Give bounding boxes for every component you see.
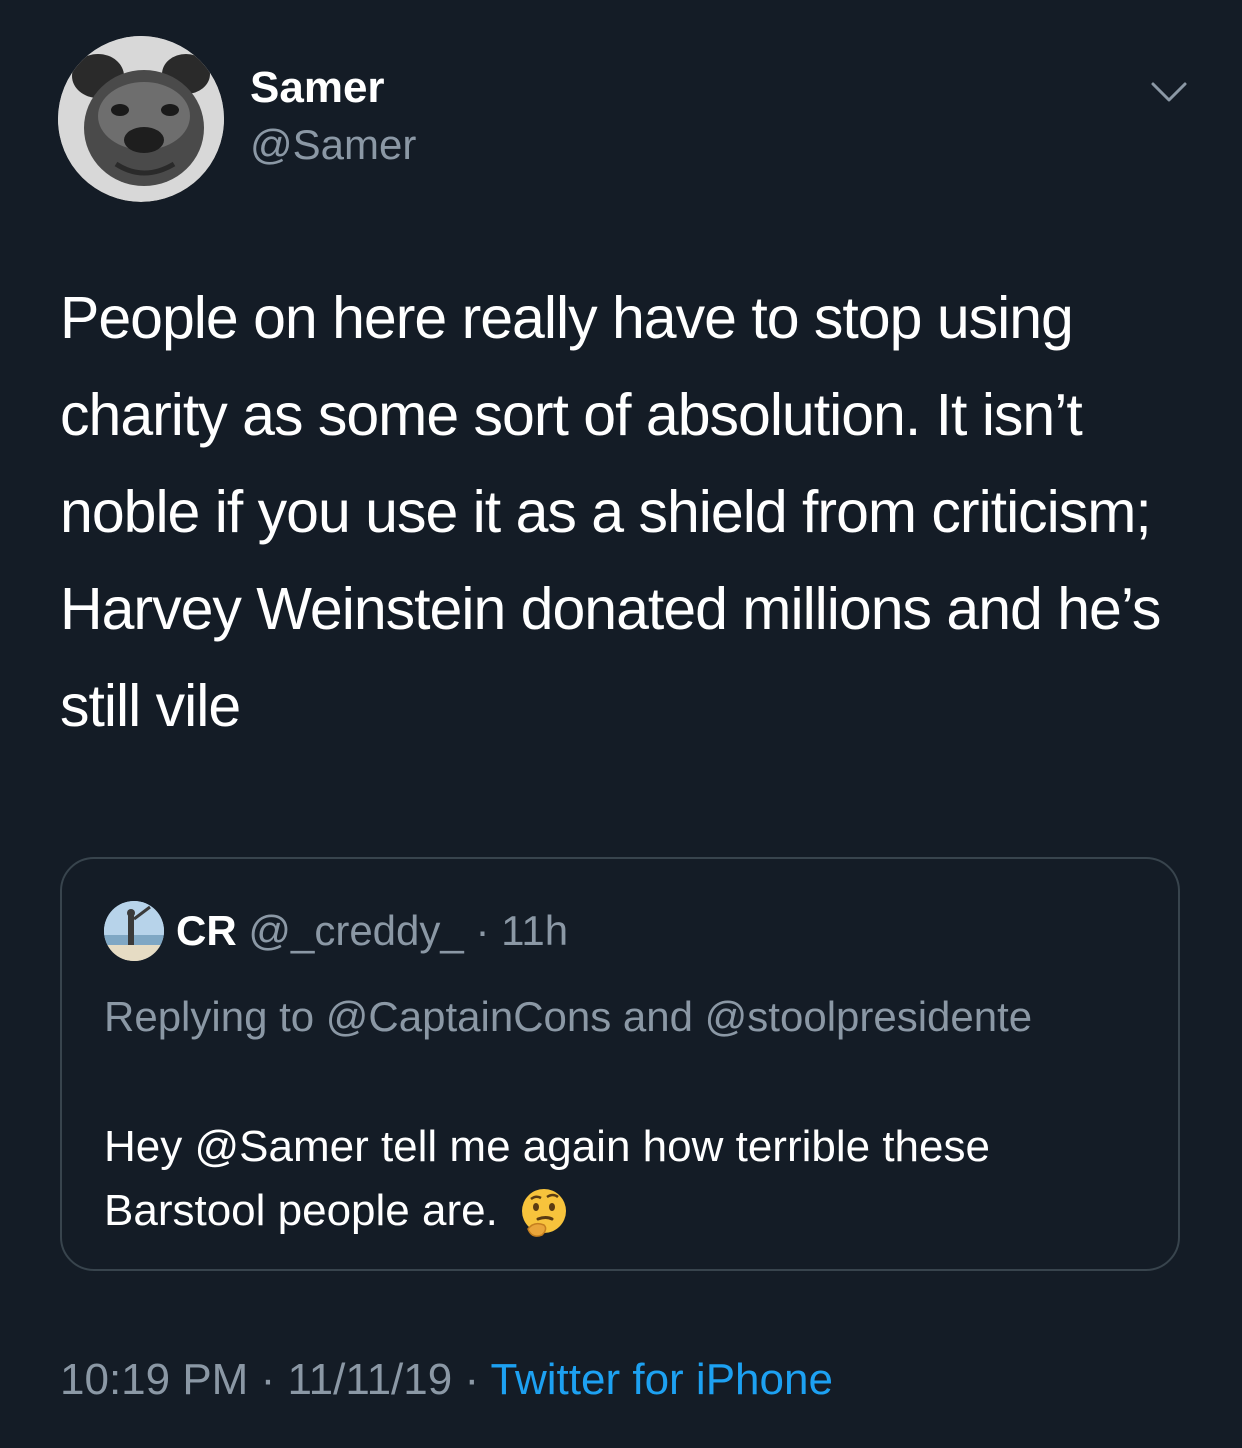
quoted-author-name: CR (176, 907, 237, 954)
replying-to-mention-2: @stoolpresidente (704, 993, 1033, 1040)
chevron-down-icon[interactable] (1150, 80, 1188, 104)
footer-separator-2: · (464, 1355, 480, 1404)
quoted-meta-separator: · (475, 907, 490, 954)
replying-to-and: and (622, 993, 693, 1040)
thinking-face-emoji-icon (522, 1189, 567, 1238)
quoted-tweet-card[interactable]: CR @_creddy_ · 11h Replying to @CaptainC… (60, 857, 1180, 1271)
replying-to-line: Replying to @CaptainCons and @stoolpresi… (104, 983, 1144, 1051)
tweet-footer: 10:19 PM · 11/11/19 · Twitter for iPhone (60, 1350, 833, 1410)
tweet-date: 11/11/19 (287, 1355, 453, 1404)
quoted-author-handle: @_creddy_ (248, 907, 464, 954)
author-handle[interactable]: @Samer (250, 120, 416, 170)
author-display-name[interactable]: Samer (250, 62, 385, 114)
quoted-author-avatar (104, 901, 164, 961)
footer-separator-1: · (260, 1355, 276, 1404)
quoted-time-ago: 11h (501, 907, 569, 954)
beach-avatar-icon (104, 901, 164, 961)
pug-avatar-icon (58, 36, 224, 202)
quoted-tweet-header: CR @_creddy_ · 11h (176, 903, 568, 959)
tweet-time: 10:19 PM (60, 1355, 249, 1404)
author-avatar[interactable] (58, 36, 224, 202)
tweet-text: People on here really have to stop using… (60, 285, 1161, 739)
replying-to-mention-1: @CaptainCons (325, 993, 612, 1040)
quoted-tweet-body: Hey @Samer tell me again how terrible th… (104, 1115, 1144, 1243)
replying-to-prefix: Replying to (104, 993, 315, 1040)
tweet-source-link[interactable]: Twitter for iPhone (491, 1355, 833, 1404)
